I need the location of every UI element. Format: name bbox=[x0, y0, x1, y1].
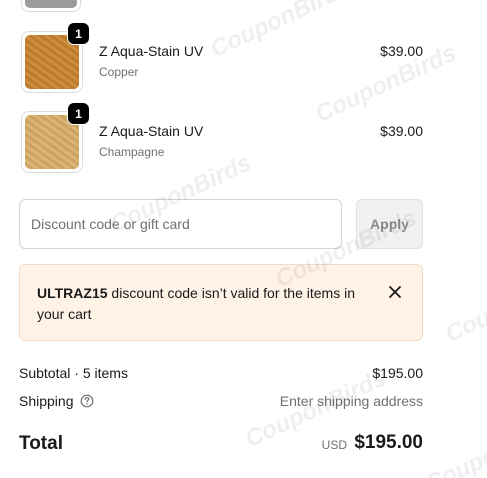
quantity-badge: 1 bbox=[68, 103, 89, 124]
error-discount-code: ULTRAZ15 bbox=[37, 285, 108, 301]
product-price: $39.00 bbox=[380, 43, 423, 59]
shipping-row: Shipping Enter shipping address bbox=[19, 393, 423, 409]
product-name: Z Aqua-Stain UV bbox=[99, 43, 204, 59]
apply-discount-button[interactable]: Apply bbox=[356, 199, 423, 249]
product-price: $39.00 bbox=[380, 123, 423, 139]
cut-off-item-thumbnail bbox=[21, 0, 81, 12]
product-image bbox=[25, 0, 77, 8]
quantity-badge: 1 bbox=[68, 23, 89, 44]
error-message: ULTRAZ15 discount code isn’t valid for t… bbox=[37, 283, 367, 325]
watermark: CouponBirds bbox=[421, 409, 487, 478]
total-amount: $195.00 bbox=[354, 432, 423, 453]
discount-code-input[interactable] bbox=[19, 199, 342, 249]
total-label: Total bbox=[19, 433, 63, 454]
subtotal-value: $195.00 bbox=[372, 365, 423, 381]
product-variant: Copper bbox=[99, 65, 139, 79]
total-row: Total USD $195.00 bbox=[19, 430, 423, 458]
line-item: 1 Z Aqua-Stain UV Copper $39.00 bbox=[19, 23, 423, 95]
discount-error-banner: ULTRAZ15 discount code isn’t valid for t… bbox=[19, 264, 423, 341]
product-variant: Champagne bbox=[99, 145, 165, 159]
line-item: 1 Z Aqua-Stain UV Champagne $39.00 bbox=[19, 103, 423, 175]
help-icon[interactable] bbox=[80, 394, 94, 408]
total-currency: USD bbox=[321, 438, 347, 452]
discount-form: Apply bbox=[19, 199, 423, 250]
shipping-label: Shipping bbox=[19, 393, 74, 409]
close-icon[interactable] bbox=[386, 283, 404, 301]
shipping-value: Enter shipping address bbox=[279, 393, 423, 409]
subtotal-row: Subtotal · 5 items $195.00 bbox=[19, 365, 423, 381]
subtotal-label: Subtotal · 5 items bbox=[19, 365, 128, 381]
watermark: CouponBirds bbox=[441, 259, 487, 348]
product-name: Z Aqua-Stain UV bbox=[99, 123, 204, 139]
checkout-order-summary: 1 Z Aqua-Stain UV Copper $39.00 1 Z Aqua… bbox=[0, 0, 487, 478]
